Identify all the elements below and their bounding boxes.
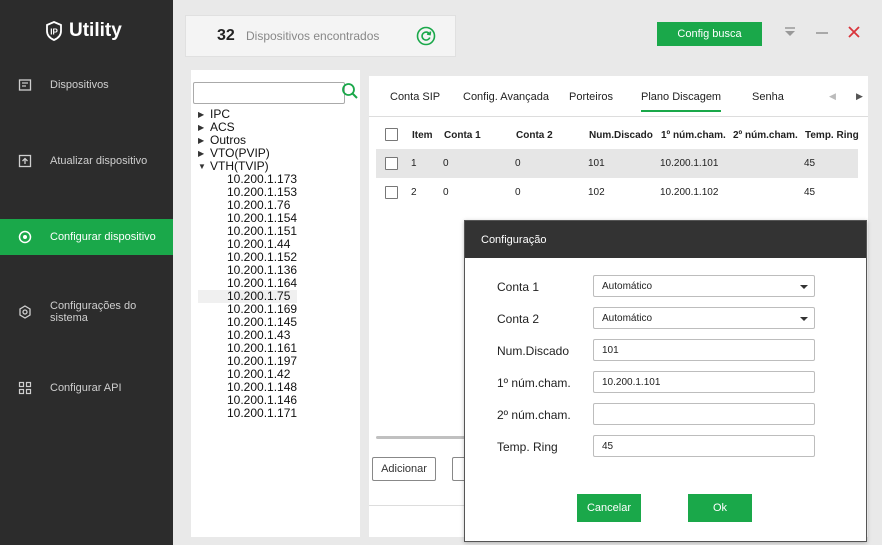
- sidebar-item-configurar-dispositivo[interactable]: Configurar dispositivo: [0, 219, 173, 255]
- tab-config-avancada[interactable]: Config. Avançada: [463, 91, 549, 103]
- cell-conta2: 0: [515, 187, 521, 198]
- ok-button[interactable]: Ok: [688, 494, 752, 522]
- upload-icon: [18, 154, 32, 168]
- sidebar-item-label: Atualizar dispositivo: [50, 155, 148, 167]
- column-header-conta2: Conta 2: [516, 130, 553, 141]
- temp-ring-input[interactable]: 45: [593, 435, 815, 457]
- chevron-down-icon: [800, 285, 808, 289]
- tab-plano-discagem[interactable]: Plano Discagem: [641, 91, 722, 112]
- sidebar-item-label: Configurar dispositivo: [50, 231, 156, 243]
- svg-text:IP: IP: [50, 28, 58, 37]
- field-label-num-discado: Num.Discado: [497, 344, 570, 358]
- cell-temp-ring: 45: [804, 158, 816, 169]
- cell-item: 2: [411, 187, 417, 198]
- panel-divider: [369, 505, 464, 506]
- column-header-num-cham-1: 1º núm.cham.: [661, 130, 726, 141]
- tab-scroll-left-icon[interactable]: ◀: [829, 91, 836, 102]
- column-header-num-cham-2: 2º núm.cham.: [733, 130, 798, 141]
- sidebar-item-dispositivos[interactable]: Dispositivos: [0, 67, 173, 103]
- tab-scroll-right-icon[interactable]: ▶: [856, 91, 863, 102]
- device-count-label: Dispositivos encontrados: [246, 29, 380, 43]
- row-checkbox[interactable]: [385, 186, 398, 199]
- caret-right-icon: ▶: [198, 123, 205, 132]
- tab-bar: Conta SIP Config. Avançada Porteiros Pla…: [369, 76, 868, 117]
- filter-dropdown-icon[interactable]: [782, 24, 798, 40]
- field-label-temp-ring: Temp. Ring: [497, 440, 558, 454]
- cell-conta1: 0: [443, 187, 449, 198]
- minimize-icon[interactable]: [814, 24, 830, 40]
- table-horizontal-scrollbar[interactable]: [376, 436, 466, 439]
- column-header-item: Item: [412, 130, 433, 141]
- tab-conta-sip[interactable]: Conta SIP: [390, 91, 440, 103]
- tree-group-vth[interactable]: ▼ VTH(TVIP): [198, 160, 297, 173]
- sidebar-item-label: Configurar API: [50, 382, 122, 394]
- tab-porteiros[interactable]: Porteiros: [569, 91, 613, 103]
- close-icon[interactable]: [846, 24, 862, 40]
- add-button[interactable]: Adicionar: [372, 457, 436, 481]
- chevron-down-icon: [800, 317, 808, 321]
- row-checkbox[interactable]: [385, 157, 398, 170]
- sidebar-item-label: Dispositivos: [50, 79, 109, 91]
- conta2-select[interactable]: Automático: [593, 307, 815, 329]
- column-header-conta1: Conta 1: [444, 130, 481, 141]
- tab-senha[interactable]: Senha: [752, 91, 784, 103]
- num-discado-input[interactable]: 101: [593, 339, 815, 361]
- cell-num-cham-1: 10.200.1.102: [660, 187, 719, 198]
- table-row[interactable]: 2 0 0 102 10.200.1.102 45: [376, 178, 858, 207]
- cell-conta2: 0: [515, 158, 521, 169]
- num-cham-2-input[interactable]: [593, 403, 815, 425]
- caret-down-icon: ▼: [198, 162, 206, 171]
- cell-temp-ring: 45: [804, 187, 816, 198]
- search-icon[interactable]: [341, 82, 359, 100]
- device-tree: ▶ IPC ▶ ACS ▶ Outros ▶ VTO(PVIP) ▼ VTH(TVIP) …: [198, 108, 298, 420]
- field-label-num-cham-2: 2º núm.cham.: [497, 408, 571, 422]
- device-count: 32: [217, 27, 235, 44]
- dialog-title: Configuração: [481, 234, 547, 246]
- caret-right-icon: ▶: [198, 136, 205, 145]
- config-busca-button[interactable]: Config busca: [657, 22, 762, 46]
- tree-search-input[interactable]: [193, 82, 345, 104]
- cell-num-cham-1: 10.200.1.101: [660, 158, 719, 169]
- sidebar: IP Utility Dispositivos Atualizar dispos…: [0, 0, 173, 545]
- device-list-icon: [18, 79, 32, 91]
- field-label-num-cham-1: 1º núm.cham.: [497, 376, 571, 390]
- table-row[interactable]: 1 0 0 101 10.200.1.101 45: [376, 149, 858, 178]
- refresh-icon[interactable]: [416, 26, 436, 46]
- caret-right-icon: ▶: [198, 149, 205, 158]
- configuration-dialog: Configuração Conta 1 Automático Conta 2 …: [464, 220, 867, 542]
- caret-right-icon: ▶: [198, 110, 205, 119]
- cell-item: 1: [411, 158, 417, 169]
- device-count-box: 32 Dispositivos encontrados: [185, 15, 456, 57]
- cancel-button[interactable]: Cancelar: [577, 494, 641, 522]
- cell-num-discado: 102: [588, 187, 605, 198]
- cell-num-discado: 101: [588, 158, 605, 169]
- select-all-checkbox[interactable]: [385, 128, 398, 141]
- tree-device-item[interactable]: 10.200.1.171: [198, 407, 297, 420]
- cell-conta1: 0: [443, 158, 449, 169]
- column-header-temp-ring: Temp. Ring: [805, 130, 859, 141]
- sidebar-item-atualizar[interactable]: Atualizar dispositivo: [0, 143, 173, 179]
- target-icon: [18, 230, 32, 244]
- app-title: Utility: [69, 20, 122, 41]
- sidebar-item-configurar-api[interactable]: Configurar API: [0, 370, 173, 406]
- conta1-select[interactable]: Automático: [593, 275, 815, 297]
- field-label-conta1: Conta 1: [497, 280, 540, 294]
- shield-logo-icon: IP: [46, 21, 62, 41]
- field-label-conta2: Conta 2: [497, 312, 540, 326]
- column-header-num-discado: Num.Discado: [589, 130, 653, 141]
- sidebar-item-configuracoes-sistema[interactable]: Configurações do sistema: [0, 294, 173, 330]
- app-logo: IP Utility: [45, 20, 122, 42]
- api-grid-icon: [18, 381, 32, 395]
- dialog-header: Configuração: [465, 221, 866, 258]
- num-cham-1-input[interactable]: 10.200.1.101: [593, 371, 815, 393]
- gear-icon: [19, 305, 31, 319]
- sidebar-item-label: Configurações do sistema: [50, 300, 137, 324]
